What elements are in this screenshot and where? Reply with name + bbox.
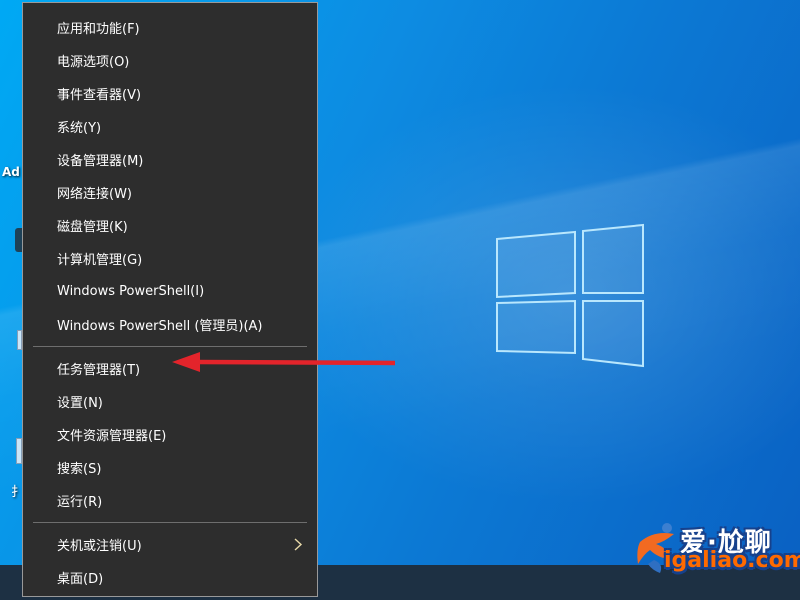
menu-item-powershell[interactable]: Windows PowerShell(I) xyxy=(23,275,317,308)
menu-separator xyxy=(33,522,307,523)
menu-item-disk-management[interactable]: 磁盘管理(K) xyxy=(23,209,317,242)
chevron-right-icon xyxy=(293,537,303,552)
menu-item-apps-features[interactable]: 应用和功能(F) xyxy=(23,11,317,44)
winx-context-menu: 应用和功能(F) 电源选项(O) 事件查看器(V) 系统(Y) 设备管理器(M)… xyxy=(22,2,318,597)
menu-item-system[interactable]: 系统(Y) xyxy=(23,110,317,143)
menu-item-file-explorer[interactable]: 文件资源管理器(E) xyxy=(23,418,317,451)
desktop-icon-label-fragment[interactable]: Ad xyxy=(2,165,20,179)
menu-item-run[interactable]: 运行(R) xyxy=(23,484,317,517)
menu-item-search[interactable]: 搜索(S) xyxy=(23,451,317,484)
menu-item-power-options[interactable]: 电源选项(O) xyxy=(23,44,317,77)
menu-item-desktop[interactable]: 桌面(D) xyxy=(23,561,317,594)
menu-item-network-connections[interactable]: 网络连接(W) xyxy=(23,176,317,209)
menu-item-shutdown-signout[interactable]: 关机或注销(U) xyxy=(23,528,317,561)
menu-item-settings[interactable]: 设置(N) xyxy=(23,385,317,418)
menu-item-powershell-admin[interactable]: Windows PowerShell (管理员)(A) xyxy=(23,308,317,341)
menu-item-event-viewer[interactable]: 事件查看器(V) xyxy=(23,77,317,110)
menu-separator xyxy=(33,346,307,347)
menu-item-device-manager[interactable]: 设备管理器(M) xyxy=(23,143,317,176)
desktop: Ad 扌 英 xyxy=(0,0,800,600)
desktop-icon-fragment[interactable] xyxy=(15,228,22,252)
menu-item-computer-management[interactable]: 计算机管理(G) xyxy=(23,242,317,275)
menu-item-task-manager[interactable]: 任务管理器(T) xyxy=(23,352,317,385)
